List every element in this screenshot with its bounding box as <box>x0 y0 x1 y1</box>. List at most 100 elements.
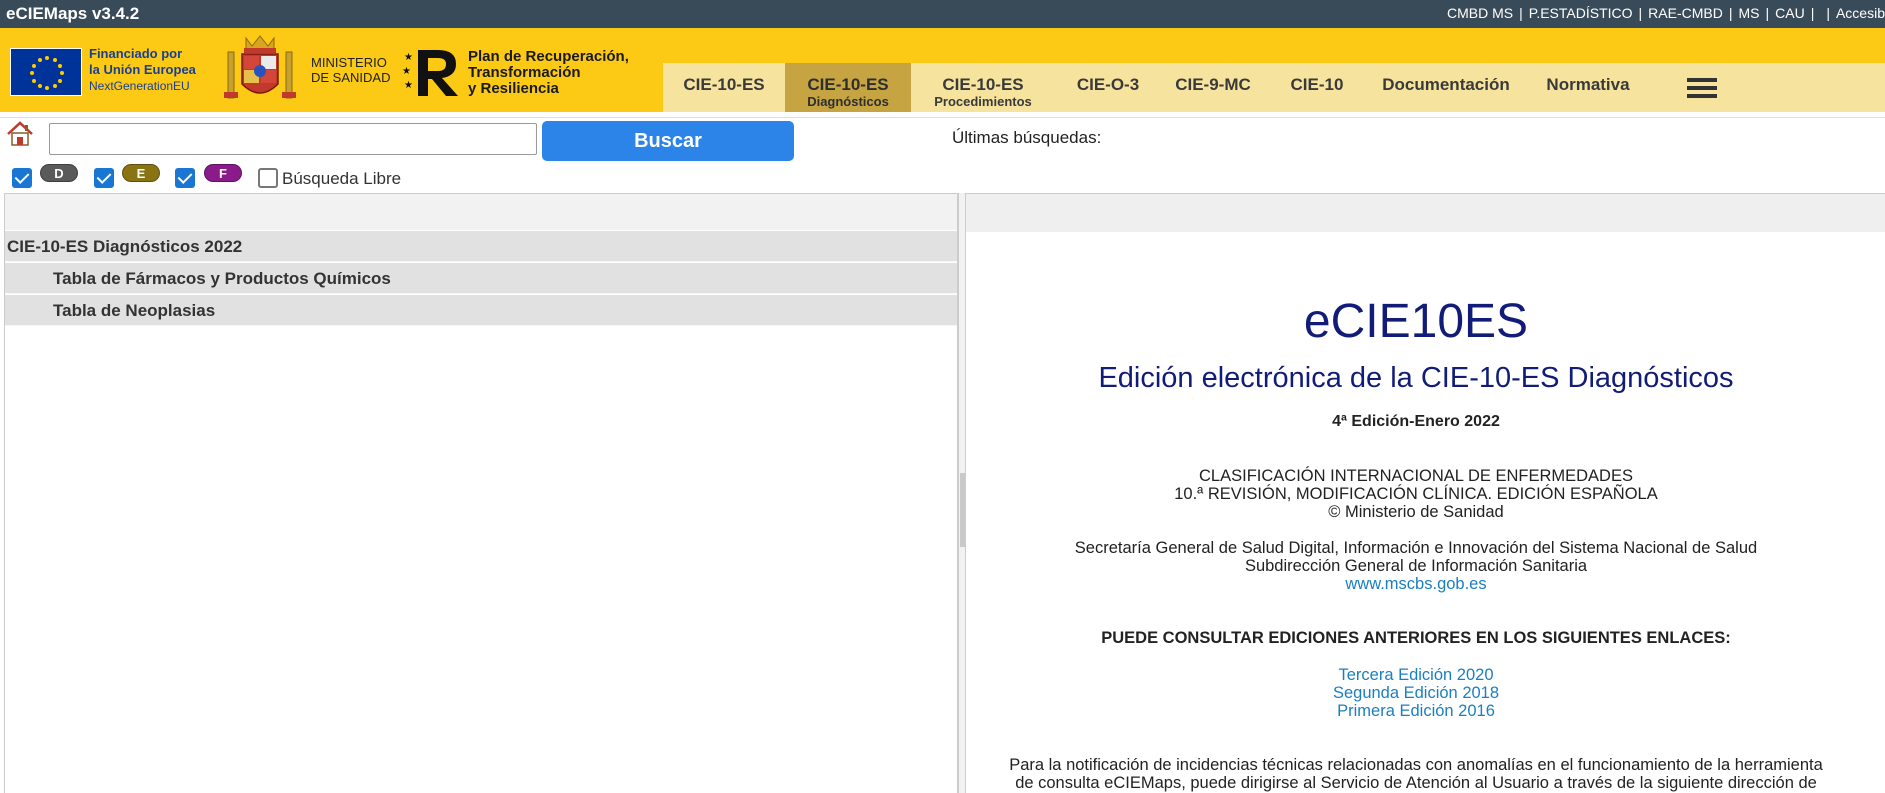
classification-line: CLASIFICACIÓN INTERNACIONAL DE ENFERMEDA… <box>1199 467 1633 485</box>
menu-icon[interactable] <box>1687 78 1717 98</box>
edition-link-2018[interactable]: Segunda Edición 2018 <box>966 684 1866 702</box>
eu-star-icon <box>60 71 64 75</box>
notice-line: de consulta eCIEMaps, puede dirigirse al… <box>1015 774 1817 792</box>
eu-flag-icon <box>10 48 82 96</box>
tree-item-label: CIE-10-ES Diagnósticos 2022 <box>7 237 243 256</box>
top-link-cmbd-ms[interactable]: CMBD MS <box>1447 5 1513 21</box>
edition-link-2020[interactable]: Tercera Edición 2020 <box>966 666 1866 684</box>
filter-f-checkbox[interactable] <box>175 168 195 188</box>
classification-block: CLASIFICACIÓN INTERNACIONAL DE ENFERMEDA… <box>966 467 1866 521</box>
svg-text:★: ★ <box>402 66 411 77</box>
content-edition: 4ª Edición-Enero 2022 <box>1332 413 1500 430</box>
tab-cie-10-es[interactable]: CIE-10-ES <box>663 63 785 112</box>
header-divider <box>0 112 1885 118</box>
tree-item-root[interactable]: CIE-10-ES Diagnósticos 2022 <box>5 231 957 262</box>
tree-item-neoplasias[interactable]: Tabla de Neoplasias <box>5 295 957 326</box>
top-link-accesibilidad[interactable]: Accesib <box>1836 5 1885 21</box>
tab-cie-o-3[interactable]: CIE-O-3 <box>1063 63 1153 112</box>
tab-cie-10-es-procedimientos[interactable]: CIE-10-ES Procedimientos <box>913 63 1053 112</box>
prtr-line3: y Resiliencia <box>468 80 559 97</box>
website-link[interactable]: www.mscbs.gob.es <box>966 575 1866 593</box>
eu-star-icon <box>45 86 49 90</box>
tab-cie-10-es-diagnosticos[interactable]: CIE-10-ES Diagnósticos <box>785 63 911 112</box>
ministerio-line2: DE SANIDAD <box>311 70 391 85</box>
recent-searches-label: Últimas búsquedas: <box>952 128 1102 147</box>
edition-link-2016[interactable]: Primera Edición 2016 <box>966 702 1866 720</box>
tab-label: CIE-10-ES <box>942 75 1024 94</box>
eu-star-icon <box>30 71 34 75</box>
notice-block: Para la notificación de incidencias técn… <box>960 756 1872 792</box>
tab-cie-9-mc[interactable]: CIE-9-MC <box>1163 63 1263 112</box>
separator: | <box>1519 5 1523 21</box>
content-subtitle: Edición electrónica de la CIE-10-ES Diag… <box>1098 362 1734 394</box>
classification-line: 10.ª REVISIÓN, MODIFICACIÓN CLÍNICA. EDI… <box>1174 485 1658 503</box>
top-link-cau[interactable]: CAU <box>1775 5 1805 21</box>
filter-f-pill: F <box>204 164 242 182</box>
eu-line1: Financiado por <box>89 46 183 61</box>
eu-star-icon <box>37 58 42 62</box>
tree-pane-header <box>5 194 957 230</box>
top-link-ms[interactable]: MS <box>1738 5 1759 21</box>
separator: | <box>1728 5 1733 21</box>
tab-cie-10[interactable]: CIE-10 <box>1277 63 1357 112</box>
tab-label: CIE-10-ES <box>807 75 889 94</box>
eu-star-icon <box>45 56 49 60</box>
filter-e-pill: E <box>122 164 160 182</box>
org-line: Secretaría General de Salud Digital, Inf… <box>1074 539 1758 557</box>
busqueda-libre-label: Búsqueda Libre <box>282 169 402 188</box>
top-link-estadistico[interactable]: P.ESTADÍSTICO <box>1529 5 1633 21</box>
eu-line2: la Unión Europea <box>89 62 196 77</box>
prtr-line2: Transformación <box>468 64 581 81</box>
previous-editions-list: Tercera Edición 2020 Segunda Edición 201… <box>966 666 1866 720</box>
splitter-grip[interactable] <box>960 473 965 547</box>
tab-sublabel: Procedimientos <box>934 94 1032 109</box>
svg-text:★: ★ <box>404 52 413 63</box>
prtr-logo-icon: ★ ★ ★ <box>402 50 458 96</box>
tree-pane: CIE-10-ES Diagnósticos 2022 Tabla de Fár… <box>4 193 958 793</box>
tab-label: CIE-O-3 <box>1076 75 1140 94</box>
svg-text:★: ★ <box>404 80 413 91</box>
separator: | <box>1765 5 1770 21</box>
org-block: Secretaría General de Salud Digital, Inf… <box>966 539 1866 593</box>
tab-label: Documentación <box>1382 75 1510 94</box>
tree-item-farmacos[interactable]: Tabla de Fármacos y Productos Químicos <box>5 263 957 294</box>
eu-star-icon <box>57 63 62 68</box>
notice-line: Para la notificación de incidencias técn… <box>1009 756 1823 774</box>
content-title: eCIE10ES <box>1303 295 1529 348</box>
home-icon[interactable] <box>6 121 34 147</box>
busqueda-libre-checkbox[interactable] <box>258 168 278 188</box>
previous-editions-heading: PUEDE CONSULTAR EDICIONES ANTERIORES EN … <box>1101 629 1731 647</box>
eu-star-icon <box>37 83 42 88</box>
content-pane: eCIE10ES Edición electrónica de la CIE-1… <box>966 193 1885 793</box>
eu-star-icon <box>32 78 36 83</box>
filter-e-checkbox[interactable] <box>94 168 114 188</box>
filter-d-checkbox[interactable] <box>12 168 32 188</box>
tab-label: CIE-9-MC <box>1175 75 1251 94</box>
prtr-line1: Plan de Recuperación, <box>468 48 629 65</box>
content-pane-header <box>966 194 1885 232</box>
pane-splitter[interactable] <box>958 193 966 793</box>
separator: | <box>1638 5 1643 21</box>
tree-item-label: Tabla de Neoplasias <box>53 301 216 320</box>
separator: | <box>1810 5 1815 21</box>
search-input[interactable] <box>49 123 537 155</box>
app-title: eCIEMaps v3.4.2 <box>6 4 140 23</box>
filter-d-pill: D <box>40 164 78 182</box>
org-line: Subdirección General de Información Sani… <box>1244 557 1588 575</box>
tab-label: Normativa <box>1546 75 1630 94</box>
eu-line3: NextGenerationEU <box>89 79 190 93</box>
tree-item-label: Tabla de Fármacos y Productos Químicos <box>53 269 391 288</box>
eu-funding-text: Financiado por la Unión Europea NextGene… <box>89 46 196 94</box>
classification-line: © Ministerio de Sanidad <box>1328 503 1504 521</box>
eu-star-icon <box>52 83 57 88</box>
eu-star-icon <box>57 78 62 83</box>
tab-documentacion[interactable]: Documentación <box>1371 63 1521 112</box>
tab-label: CIE-10-ES <box>683 75 765 94</box>
tab-normativa[interactable]: Normativa <box>1533 63 1643 112</box>
tab-label: CIE-10 <box>1290 75 1344 94</box>
top-link-rae-cmbd[interactable]: RAE-CMBD <box>1648 5 1723 21</box>
separator: | <box>1826 5 1830 21</box>
search-button[interactable]: Buscar <box>542 121 794 161</box>
ministerio-text: MINISTERIO DE SANIDAD <box>311 55 390 85</box>
top-links: CMBD MS | P.ESTADÍSTICO | RAE-CMBD | MS | CAU | | A… <box>1447 5 1885 21</box>
